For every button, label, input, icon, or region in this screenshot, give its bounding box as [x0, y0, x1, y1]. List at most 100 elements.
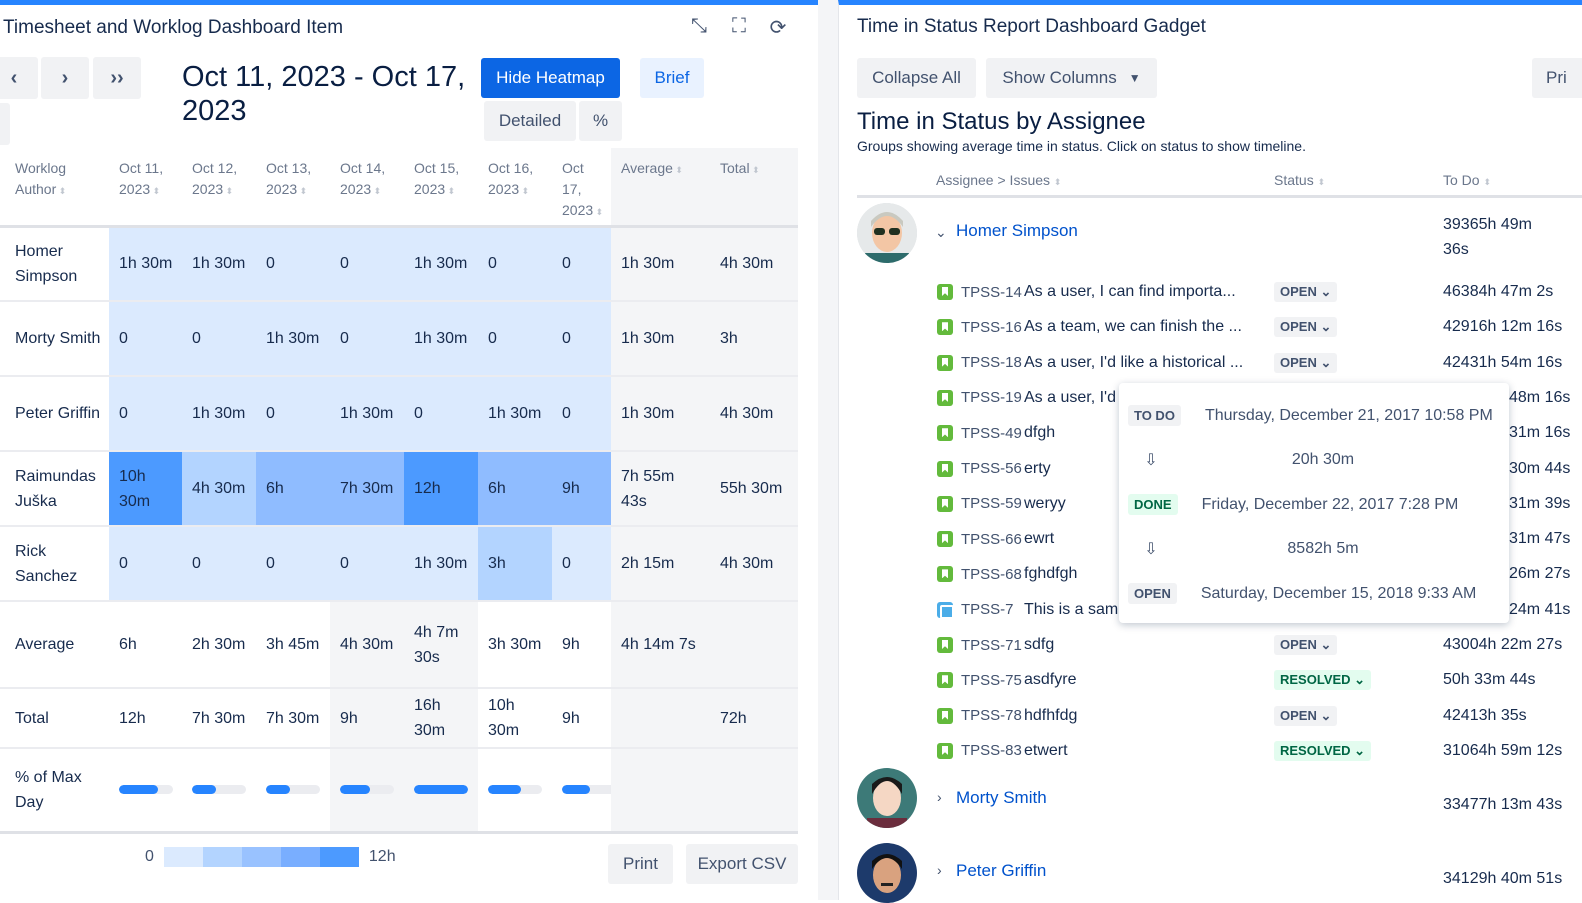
column-header[interactable]: Oct 13, 2023 ⬍ [256, 148, 330, 228]
issue-row[interactable]: TPSS-78 hdfhfdg OPEN ⌄ 42413h 35s [937, 704, 1582, 728]
issue-summary[interactable]: As a user, I can find importa... [1024, 283, 1236, 301]
detailed-button[interactable]: Detailed [484, 101, 576, 141]
prev-button[interactable]: ‹ [0, 57, 38, 99]
nav-button-partial[interactable] [0, 103, 10, 145]
progress-bar [488, 785, 542, 795]
issue-key[interactable]: TPSS-75 [961, 672, 1024, 689]
issue-row[interactable]: TPSS-83 etwert RESOLVED ⌄ 31064h 59m 12s [937, 739, 1582, 763]
issue-summary[interactable]: As a user, I'd [1024, 389, 1116, 407]
issue-row[interactable]: TPSS-14 As a user, I can find importa... O… [937, 280, 1582, 304]
avatar [857, 768, 917, 828]
issue-key[interactable]: TPSS-78 [961, 707, 1024, 724]
status-dropdown[interactable]: OPEN ⌄ [1274, 705, 1338, 726]
issue-key[interactable]: TPSS-83 [961, 742, 1024, 759]
issue-key[interactable]: TPSS-66 [961, 531, 1024, 548]
fast-forward-button[interactable]: ›› [93, 57, 141, 99]
day-cell: 6h [478, 451, 552, 527]
issue-summary[interactable]: etwert [1024, 742, 1068, 760]
issue-key[interactable]: TPSS-19 [961, 389, 1024, 406]
column-header[interactable]: Oct 17, 2023 ⬍ [552, 148, 611, 228]
status-dropdown[interactable]: OPEN ⌄ [1274, 317, 1338, 338]
issue-summary[interactable]: As a user, I'd like a historical ... [1024, 354, 1243, 372]
print-button[interactable]: Print [608, 844, 673, 884]
column-header-status[interactable]: Status ⬍ [1274, 172, 1325, 188]
column-header-todo[interactable]: To Do ⬍ [1443, 172, 1491, 188]
chevron-right-icon[interactable]: › [937, 862, 942, 878]
issue-summary[interactable]: sdfg [1024, 636, 1054, 654]
table-cell: 9h [552, 688, 611, 749]
column-header[interactable]: Total ⬍ [710, 148, 798, 228]
legend-max: 12h [368, 848, 396, 865]
average-row: Average 6h 2h 30m 3h 45m 4h 30m 4h 7m 30s 3h 3… [0, 601, 798, 689]
column-header[interactable]: Oct 15, 2023 ⬍ [404, 148, 478, 228]
column-header-assignee[interactable]: Assignee > Issues ⬍ [936, 172, 1061, 188]
issue-todo-time: 42431h 54m 16s [1443, 353, 1563, 371]
status-dropdown[interactable]: RESOLVED ⌄ [1274, 740, 1372, 761]
column-header[interactable]: Oct 11, 2023 ⬍ [109, 148, 182, 228]
issue-key[interactable]: TPSS-68 [961, 566, 1024, 583]
issue-key[interactable]: TPSS-18 [961, 354, 1024, 371]
issue-summary[interactable]: This is a samp [1024, 601, 1127, 619]
chevron-right-icon[interactable]: › [937, 789, 942, 805]
percent-button[interactable]: % [579, 101, 622, 141]
progress-bar [340, 785, 394, 795]
progress-bar [192, 785, 246, 795]
issue-key[interactable]: TPSS-71 [961, 637, 1024, 654]
issue-summary[interactable]: fghdfgh [1024, 565, 1077, 583]
issue-todo-time: 31064h 59m 12s [1443, 741, 1563, 759]
chevron-down-icon[interactable]: ⌄ [935, 224, 947, 241]
issue-key[interactable]: TPSS-49 [961, 425, 1024, 442]
table-cell: 10h 30m [478, 688, 552, 749]
assignee-name[interactable]: Peter Griffin [956, 861, 1046, 881]
column-header[interactable]: Oct 16, 2023 ⬍ [478, 148, 552, 228]
issue-row[interactable]: TPSS-18 As a user, I'd like a historical … [937, 351, 1582, 375]
minimize-icon[interactable]: ⤡ [687, 15, 711, 39]
issue-summary[interactable]: dfgh [1024, 424, 1055, 442]
day-cell: 0 [256, 376, 330, 452]
story-icon [937, 389, 953, 406]
issue-key[interactable]: TPSS-7 [961, 601, 1024, 618]
hide-heatmap-button[interactable]: Hide Heatmap [481, 58, 620, 98]
collapse-all-button[interactable]: Collapse All [857, 58, 976, 98]
status-dropdown[interactable]: RESOLVED ⌄ [1274, 670, 1372, 691]
column-header[interactable]: Average ⬍ [611, 148, 710, 228]
author-name: Peter Griffin [0, 376, 109, 452]
issue-key[interactable]: TPSS-16 [961, 319, 1024, 336]
story-icon [937, 637, 953, 653]
refresh-icon[interactable]: ⟳ [766, 15, 790, 39]
issue-row[interactable]: TPSS-16 As a team, we can finish the ... O… [937, 315, 1582, 339]
author-name: Raimundas Juška [0, 451, 109, 527]
issue-key[interactable]: TPSS-59 [961, 495, 1024, 512]
show-columns-button[interactable]: Show Columns ▼ [986, 58, 1157, 98]
average-cell: 1h 30m [611, 376, 710, 452]
percent-bar-cell [109, 748, 182, 834]
issue-summary[interactable]: hdfhfdg [1024, 707, 1077, 725]
average-cell: 1h 30m [611, 301, 710, 377]
next-button[interactable]: › [41, 57, 89, 99]
issue-summary[interactable]: erty [1024, 460, 1051, 478]
column-header[interactable]: Oct 12, 2023 ⬍ [182, 148, 256, 228]
assignee-name[interactable]: Homer Simpson [956, 221, 1078, 241]
issue-key[interactable]: TPSS-56 [961, 460, 1024, 477]
issue-todo-time: 30m 44s [1509, 459, 1571, 477]
brief-button[interactable]: Brief [640, 58, 704, 98]
total-cell: 55h 30m [710, 451, 798, 527]
status-dropdown[interactable]: OPEN ⌄ [1274, 282, 1338, 302]
status-dropdown[interactable]: OPEN ⌄ [1274, 352, 1338, 373]
print-button[interactable]: Pri [1532, 58, 1582, 98]
issue-summary[interactable]: As a team, we can finish the ... [1024, 318, 1242, 336]
assignee-name[interactable]: Morty Smith [956, 788, 1047, 808]
fullscreen-icon[interactable]: ⛶ [727, 15, 751, 39]
column-header[interactable]: Oct 14, 2023 ⬍ [330, 148, 404, 228]
issue-summary[interactable]: weryy [1024, 495, 1066, 513]
issue-row[interactable]: TPSS-75 asdfyre RESOLVED ⌄ 50h 33m 44s [937, 668, 1582, 692]
issue-summary[interactable]: ewrt [1024, 530, 1054, 548]
status-dropdown[interactable]: OPEN ⌄ [1274, 635, 1338, 655]
issue-key[interactable]: TPSS-14 [961, 284, 1024, 301]
story-icon [937, 742, 953, 759]
column-header[interactable]: Worklog Author ⬍ [0, 148, 109, 228]
issue-row[interactable]: TPSS-71 sdfg OPEN ⌄ 43004h 22m 27s [937, 633, 1582, 657]
issue-summary[interactable]: asdfyre [1024, 671, 1076, 689]
export-csv-button[interactable]: Export CSV [686, 844, 798, 884]
day-cell: 1h 30m [404, 301, 478, 377]
